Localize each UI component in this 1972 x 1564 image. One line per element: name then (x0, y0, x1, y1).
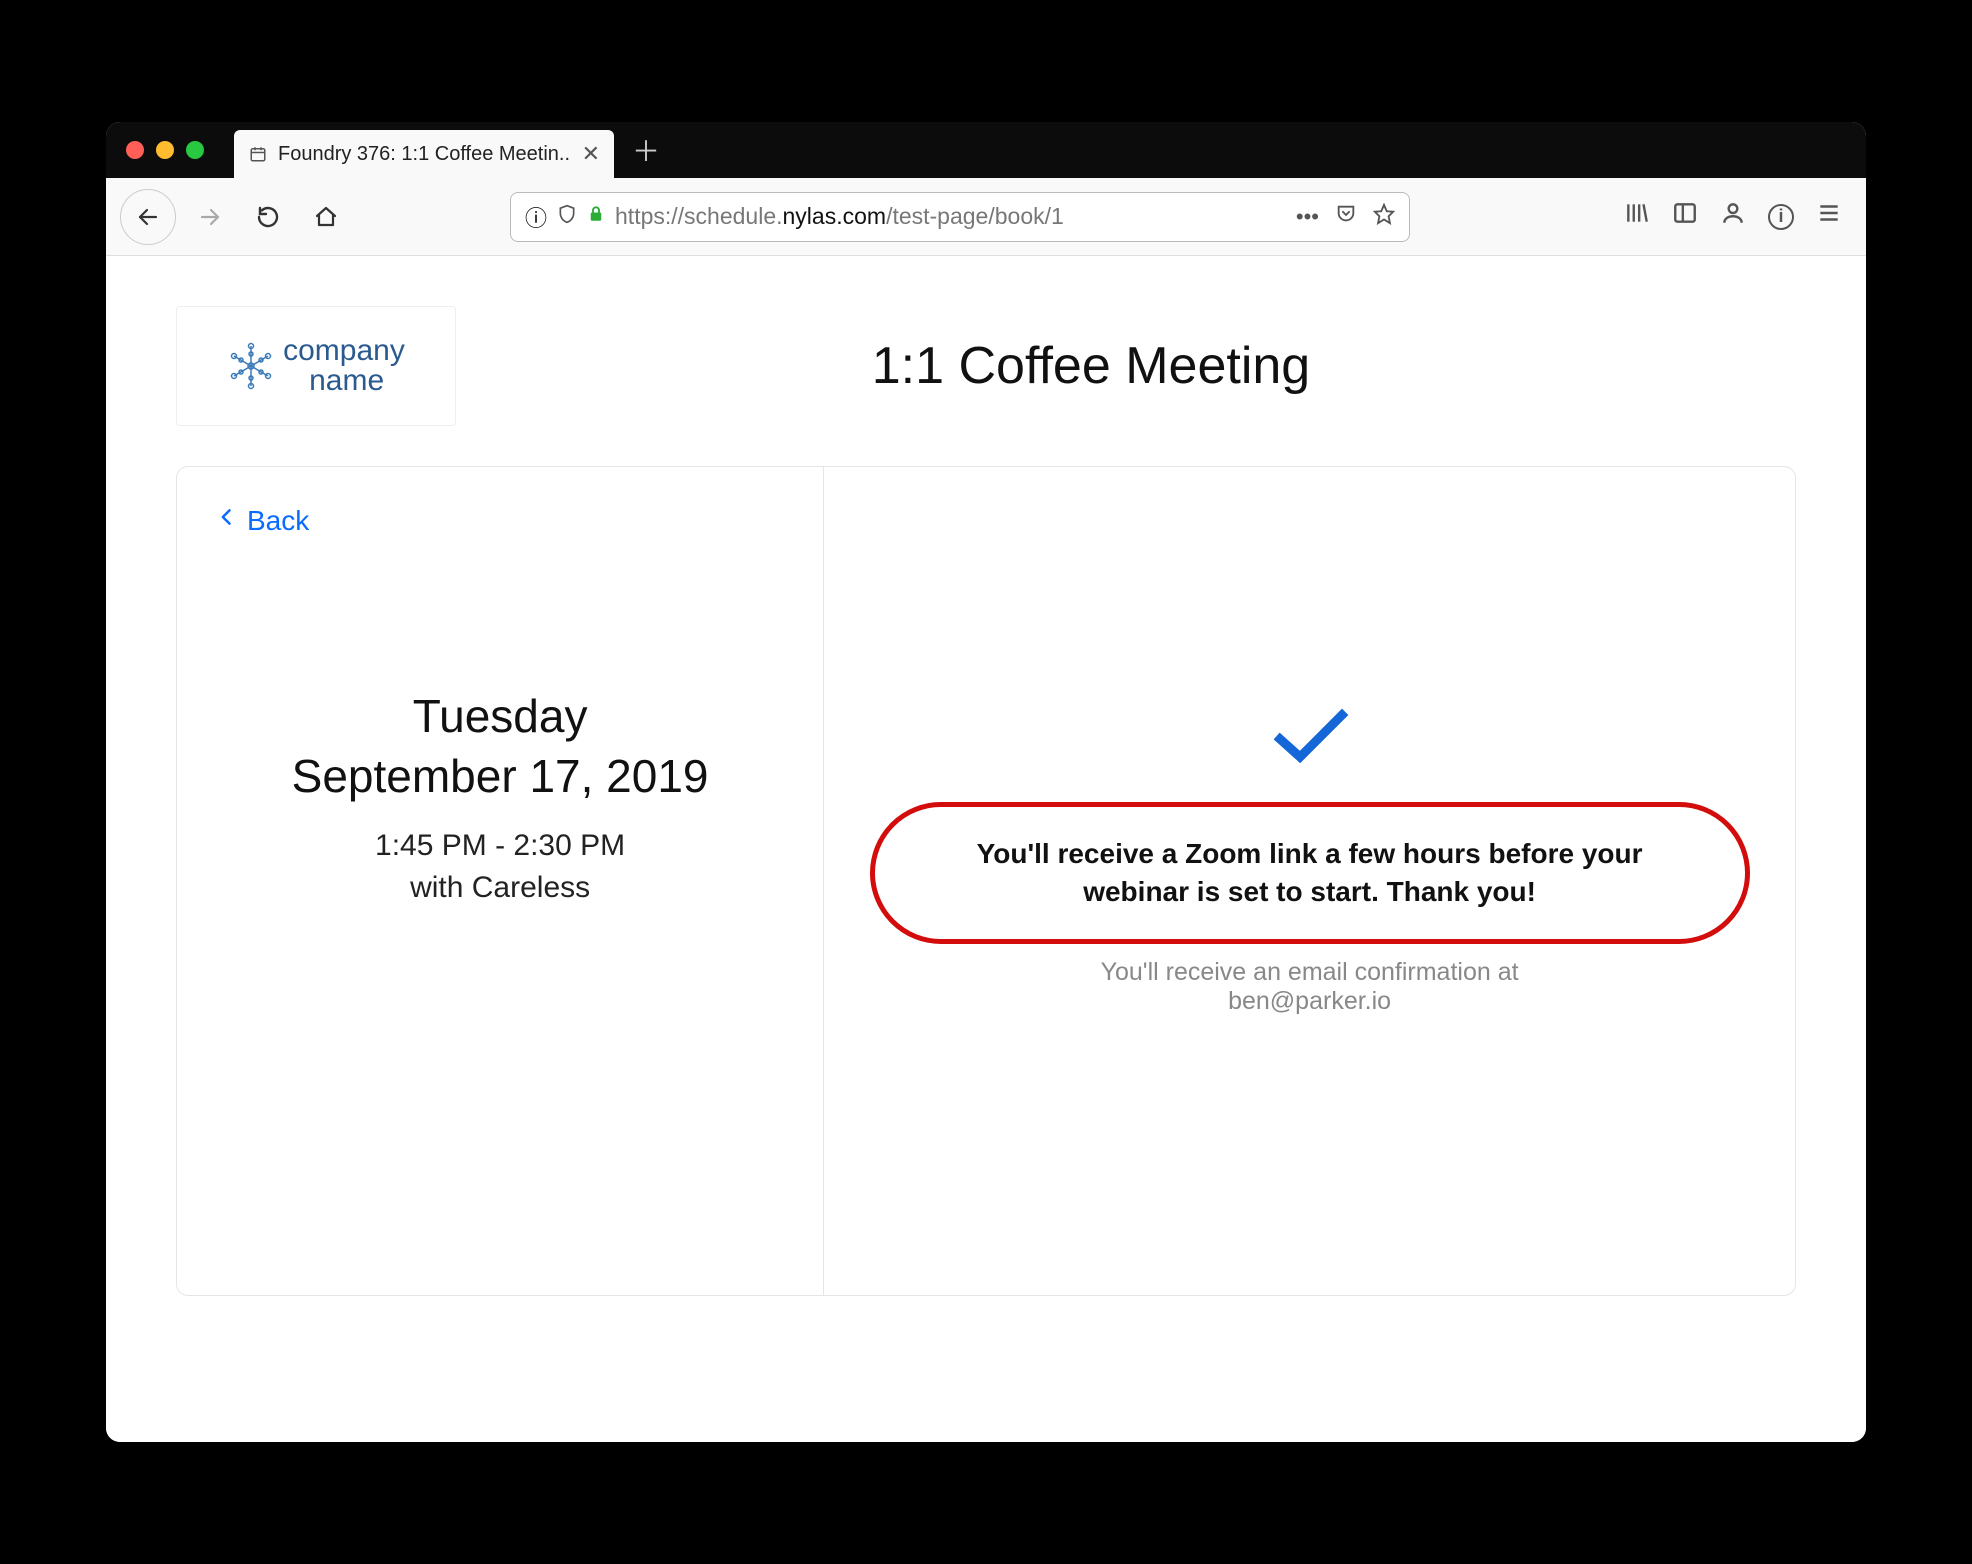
booking-card: Back Tuesday September 17, 2019 1:45 PM … (176, 466, 1796, 1296)
account-icon[interactable] (1720, 200, 1746, 233)
window-controls (126, 141, 204, 159)
chevron-left-icon (217, 503, 237, 539)
tab-close-icon[interactable]: ✕ (582, 141, 600, 167)
site-info-icon[interactable]: ⓘ (525, 201, 547, 233)
lock-icon (587, 204, 605, 230)
toolbar-right: i (1624, 200, 1852, 233)
confirmation-message: You'll receive a Zoom link a few hours b… (935, 835, 1685, 911)
snowflake-logo-icon (227, 342, 275, 390)
checkmark-icon (1270, 707, 1350, 772)
event-date: September 17, 2019 (217, 749, 783, 803)
logo-text: company name (283, 336, 405, 396)
new-tab-button[interactable]: ＋ (626, 130, 666, 170)
event-time-range: 1:45 PM - 2:30 PM (217, 829, 783, 863)
event-host: with Careless (217, 871, 783, 905)
page-title: 1:1 Coffee Meeting (486, 336, 1696, 396)
company-logo: company name (176, 306, 456, 426)
back-link[interactable]: Back (217, 503, 783, 539)
email-confirmation-line: You'll receive an email confirmation at … (1101, 958, 1519, 1016)
event-weekday: Tuesday (217, 689, 783, 743)
browser-window: Foundry 376: 1:1 Coffee Meetin.. ✕ ＋ ⓘ (106, 122, 1866, 1442)
address-bar[interactable]: ⓘ https://schedule.nylas.com/test-page/b… (510, 192, 1410, 242)
tracking-shield-icon[interactable] (557, 203, 577, 231)
back-button[interactable] (120, 189, 176, 245)
event-date-block: Tuesday September 17, 2019 1:45 PM - 2:3… (217, 689, 783, 905)
bookmark-star-icon[interactable] (1373, 203, 1395, 231)
reload-button[interactable] (244, 193, 292, 241)
extension-info-icon[interactable]: i (1768, 204, 1794, 230)
browser-toolbar: ⓘ https://schedule.nylas.com/test-page/b… (106, 178, 1866, 256)
minimize-window-button[interactable] (156, 141, 174, 159)
close-window-button[interactable] (126, 141, 144, 159)
confirmation-panel: You'll receive a Zoom link a few hours b… (824, 467, 1795, 1295)
tab-bar: Foundry 376: 1:1 Coffee Meetin.. ✕ ＋ (106, 122, 1866, 178)
urlbar-actions: ••• (1296, 203, 1395, 231)
sidebar-icon[interactable] (1672, 200, 1698, 233)
menu-icon[interactable] (1816, 200, 1842, 233)
page-header: company name 1:1 Coffee Meeting (176, 306, 1796, 426)
calendar-favicon-icon (248, 144, 268, 164)
page-actions-icon[interactable]: ••• (1296, 204, 1319, 230)
back-label: Back (247, 505, 309, 537)
library-icon[interactable] (1624, 200, 1650, 233)
page-content: company name 1:1 Coffee Meeting Back Tue… (106, 256, 1866, 1442)
annotation-callout: You'll receive a Zoom link a few hours b… (870, 802, 1750, 944)
event-details-panel: Back Tuesday September 17, 2019 1:45 PM … (177, 467, 824, 1295)
forward-button[interactable] (186, 193, 234, 241)
highlight-oval: You'll receive a Zoom link a few hours b… (870, 802, 1750, 944)
home-button[interactable] (302, 193, 350, 241)
pocket-icon[interactable] (1335, 203, 1357, 231)
confirmation-email: ben@parker.io (1228, 987, 1391, 1015)
browser-tab[interactable]: Foundry 376: 1:1 Coffee Meetin.. ✕ (234, 130, 614, 178)
tab-title: Foundry 376: 1:1 Coffee Meetin.. (278, 143, 570, 166)
maximize-window-button[interactable] (186, 141, 204, 159)
url-text: https://schedule.nylas.com/test-page/boo… (615, 203, 1064, 230)
